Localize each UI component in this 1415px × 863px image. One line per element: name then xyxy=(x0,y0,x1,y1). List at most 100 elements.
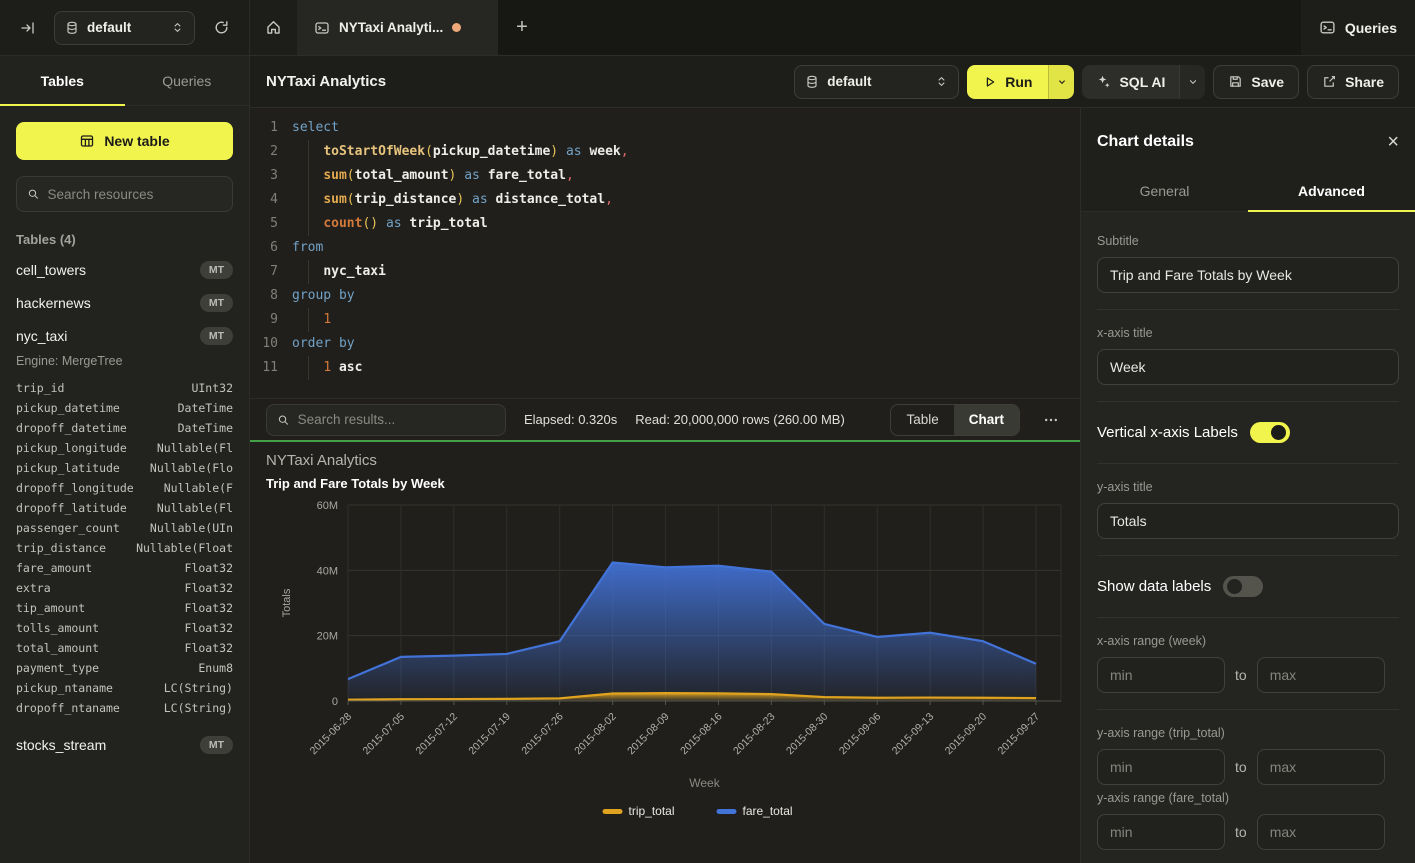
sql-editor[interactable]: 1select2 toStartOfWeek(pickup_datetime) … xyxy=(250,108,1080,398)
queries-button[interactable]: Queries xyxy=(1319,19,1397,36)
chart-panel: NYTaxi Analytics Trip and Fare Totals by… xyxy=(250,442,1080,863)
share-button[interactable]: Share xyxy=(1307,65,1399,99)
y-axis-range-trip-total-min-input[interactable] xyxy=(1097,749,1225,785)
column-name: total_amount xyxy=(16,641,99,655)
resource-search-input[interactable] xyxy=(48,187,222,202)
x-axis-title-input[interactable] xyxy=(1097,349,1399,385)
editor-line[interactable]: 2 toStartOfWeek(pickup_datetime) as week… xyxy=(250,140,1080,164)
tab-advanced[interactable]: Advanced xyxy=(1248,170,1415,211)
column-type: UInt32 xyxy=(191,381,233,395)
results-search[interactable] xyxy=(266,404,506,436)
refresh-button[interactable] xyxy=(207,14,235,42)
y-axis-range-trip-total-max-input[interactable] xyxy=(1257,749,1385,785)
column-row: trip_id UInt32 xyxy=(0,378,249,398)
table-name: cell_towers xyxy=(16,262,86,278)
collapse-sidebar-button[interactable] xyxy=(14,14,42,42)
editor-line[interactable]: 3 sum(total_amount) as fare_total, xyxy=(250,164,1080,188)
column-name: pickup_datetime xyxy=(16,401,120,415)
y-axis-range-fare-total-min-input[interactable] xyxy=(1097,814,1225,850)
sql-ai-options-button[interactable] xyxy=(1179,65,1205,99)
table-item-nyc_taxi[interactable]: nyc_taxiMT xyxy=(0,319,249,352)
close-icon[interactable]: × xyxy=(1387,132,1399,152)
svg-text:Totals: Totals xyxy=(281,588,293,617)
query-db-selector[interactable]: default xyxy=(794,65,959,99)
table-item-stocks_stream[interactable]: stocks_streamMT xyxy=(0,728,249,761)
run-options-button[interactable] xyxy=(1048,65,1074,99)
resource-search[interactable] xyxy=(16,176,233,212)
results-search-input[interactable] xyxy=(298,412,495,427)
topbar-left: default xyxy=(0,0,250,55)
sidebar-tab-tables[interactable]: Tables xyxy=(0,56,125,105)
section-divider xyxy=(1097,401,1399,402)
table-engine-label: Engine: MergeTree xyxy=(0,352,249,376)
view-toggle-chart[interactable]: Chart xyxy=(954,405,1019,435)
section-divider xyxy=(1097,617,1399,618)
column-type: Float32 xyxy=(185,621,233,635)
section-divider xyxy=(1097,463,1399,464)
column-row: extraFloat32 xyxy=(0,578,249,598)
range-to-label: to xyxy=(1235,824,1247,840)
editor-line[interactable]: 10order by xyxy=(250,332,1080,356)
view-toggle-table[interactable]: Table xyxy=(891,405,953,435)
column-type: Nullable(Flo xyxy=(150,461,233,475)
code-text: from xyxy=(292,236,323,260)
x-axis-range-week-min-input[interactable] xyxy=(1097,657,1225,693)
results-more-button[interactable] xyxy=(1038,407,1064,433)
column-name: dropoff_longitude xyxy=(16,481,134,495)
editor-line[interactable]: 11 1 asc xyxy=(250,356,1080,380)
editor-line[interactable]: 4 sum(trip_distance) as distance_total, xyxy=(250,188,1080,212)
sparkles-icon xyxy=(1096,74,1111,89)
chart-details-tabs: General Advanced xyxy=(1081,170,1415,212)
save-button[interactable]: Save xyxy=(1213,65,1299,99)
line-number: 3 xyxy=(262,164,292,188)
line-number: 1 xyxy=(262,116,292,140)
columns-list: trip_idUInt32pickup_datetimeDateTimedrop… xyxy=(0,376,249,728)
sidebar-tab-queries[interactable]: Queries xyxy=(125,56,250,105)
svg-text:2015-08-23: 2015-08-23 xyxy=(731,711,778,758)
column-type: Float32 xyxy=(185,601,233,615)
home-tab[interactable] xyxy=(250,0,298,55)
editor-line[interactable]: 8group by xyxy=(250,284,1080,308)
editor-line[interactable]: 6from xyxy=(250,236,1080,260)
column-name: trip_distance xyxy=(16,541,106,555)
editor-line[interactable]: 1select xyxy=(250,116,1080,140)
line-number: 4 xyxy=(262,188,292,212)
topbar: default NYTaxi Analyti... + Queries xyxy=(0,0,1415,56)
field-label: Subtitle xyxy=(1097,234,1399,248)
column-row: pickup_latitudeNullable(Flo xyxy=(0,458,249,478)
editor-line[interactable]: 9 1 xyxy=(250,308,1080,332)
code-text: sum(total_amount) as fare_total, xyxy=(292,164,574,188)
column-name: trip_id xyxy=(16,381,64,395)
new-table-button[interactable]: New table xyxy=(16,122,233,160)
new-tab-button[interactable]: + xyxy=(498,0,546,55)
run-button[interactable]: Run xyxy=(967,65,1074,99)
database-icon xyxy=(805,75,819,89)
code-text: nyc_taxi xyxy=(292,260,386,284)
search-icon xyxy=(277,413,290,427)
tab-nytaxi-analytics[interactable]: NYTaxi Analyti... xyxy=(298,0,498,55)
section-divider xyxy=(1097,555,1399,556)
range-to-label: to xyxy=(1235,759,1247,775)
svg-text:2015-08-02: 2015-08-02 xyxy=(572,711,619,758)
svg-text:Week: Week xyxy=(689,776,720,790)
table-item-cell_towers[interactable]: cell_towersMT xyxy=(0,253,249,286)
toggle-label: Show data labels xyxy=(1097,578,1211,595)
svg-text:2015-07-12: 2015-07-12 xyxy=(413,711,460,758)
y-axis-title-input[interactable] xyxy=(1097,503,1399,539)
x-axis-range-week-max-input[interactable] xyxy=(1257,657,1385,693)
chart-details-fields: Subtitlex-axis titleVertical x-axis Labe… xyxy=(1081,212,1415,863)
y-axis-range-fare-total-max-input[interactable] xyxy=(1257,814,1385,850)
vertical-x-axis-labels-toggle[interactable] xyxy=(1250,422,1290,443)
result-chart[interactable]: 020M40M60MTotals2015-06-282015-07-052015… xyxy=(266,491,1076,843)
engine-badge: MT xyxy=(200,736,233,754)
editor-line[interactable]: 5 count() as trip_total xyxy=(250,212,1080,236)
run-button-label: Run xyxy=(1005,74,1032,90)
table-item-hackernews[interactable]: hackernewsMT xyxy=(0,286,249,319)
editor-line[interactable]: 7 nyc_taxi xyxy=(250,260,1080,284)
tab-general[interactable]: General xyxy=(1081,170,1248,211)
table-name: nyc_taxi xyxy=(16,328,67,344)
subtitle-input[interactable] xyxy=(1097,257,1399,293)
sql-ai-button[interactable]: SQL AI xyxy=(1082,65,1205,99)
show-data-labels-toggle[interactable] xyxy=(1223,576,1263,597)
topbar-db-selector[interactable]: default xyxy=(54,11,195,45)
